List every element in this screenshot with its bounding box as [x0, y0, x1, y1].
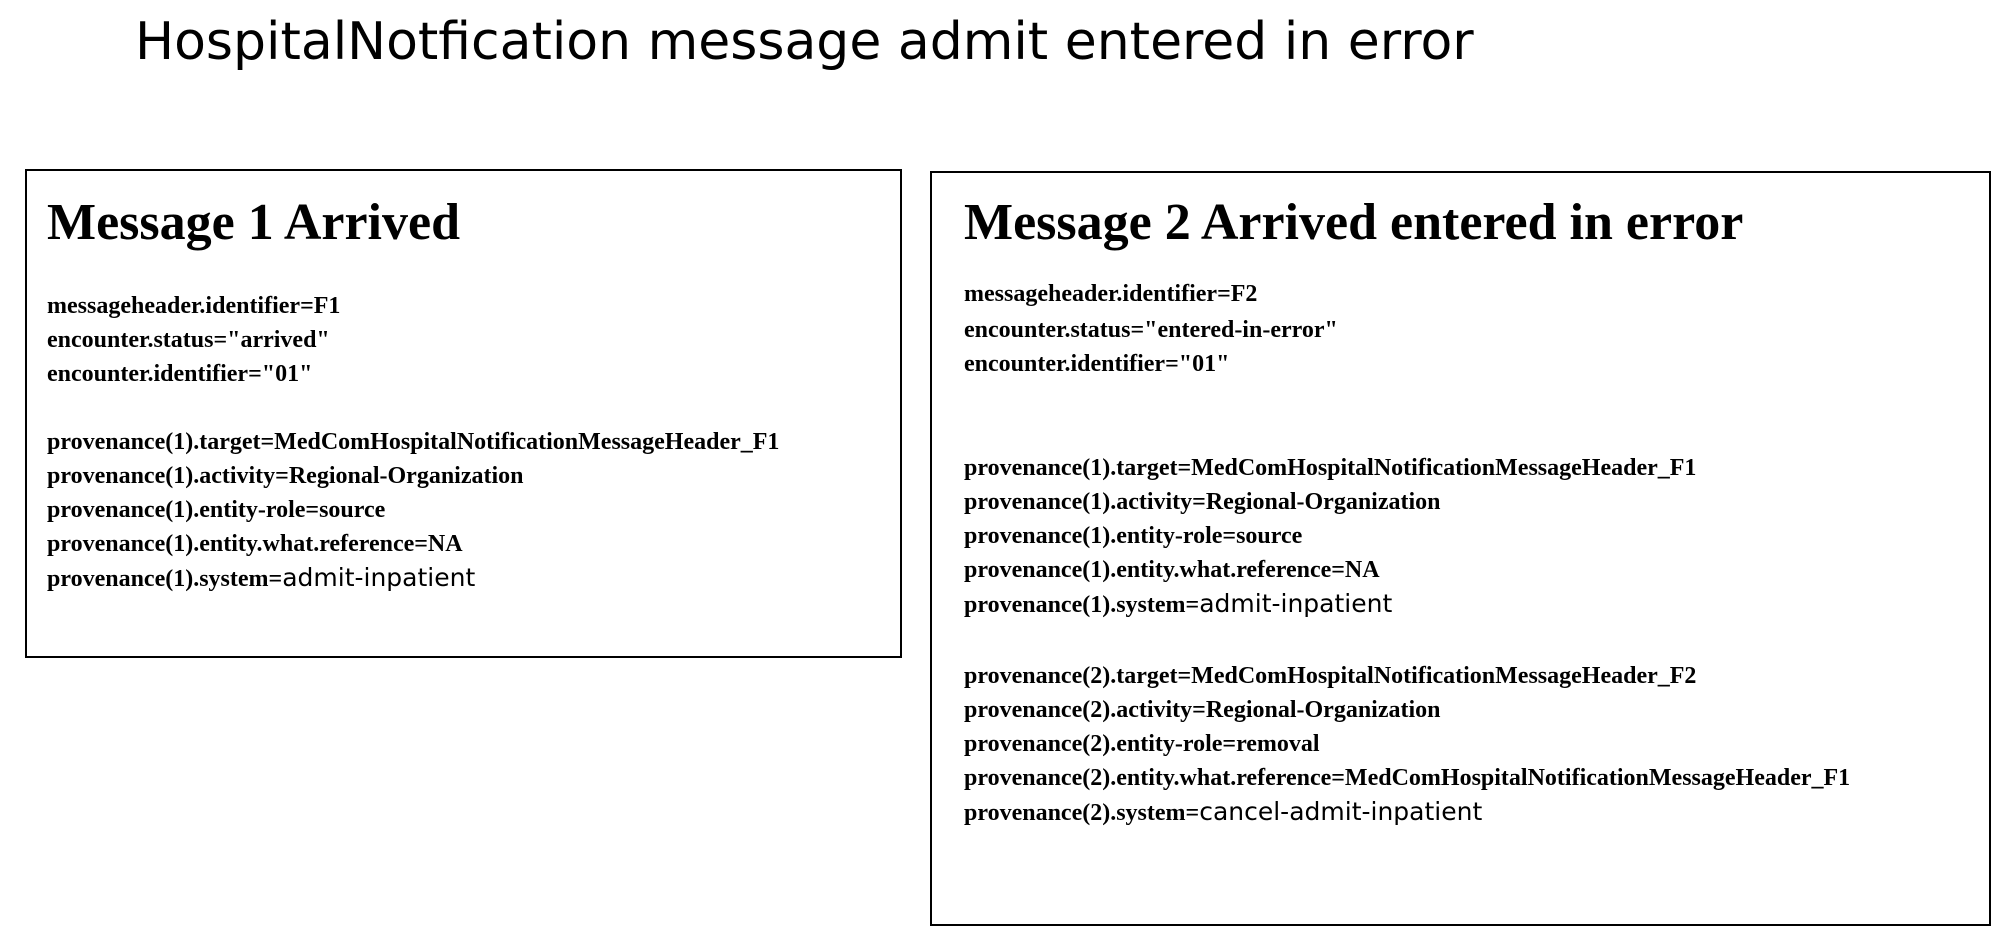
- message-1-provenance-1-entity-reference: provenance(1).entity.what.reference=NA: [47, 531, 463, 557]
- message-1-messageheader-identifier: messageheader.identifier=F1: [47, 293, 341, 319]
- message-1-heading: Message 1 Arrived: [47, 194, 461, 251]
- message-2-provenance-2-system-key: provenance(2).system=: [964, 800, 1200, 826]
- message-2-provenance-2-system: provenance(2).system=cancel-admit-inpati…: [964, 797, 1482, 828]
- message-2-provenance-1-system: provenance(1).system=admit-inpatient: [964, 589, 1392, 620]
- message-2-provenance-1-target: provenance(1).target=MedComHospitalNotif…: [964, 455, 1697, 481]
- message-2-provenance-1-entity-role: provenance(1).entity-role=source: [964, 523, 1303, 549]
- page-title: HospitalNotfication message admit entere…: [135, 12, 1474, 72]
- message-2-box: Message 2 Arrived entered in error messa…: [930, 171, 1991, 926]
- message-2-provenance-2-system-value: cancel-admit-inpatient: [1199, 797, 1483, 826]
- message-1-provenance-1-activity: provenance(1).activity=Regional-Organiza…: [47, 463, 524, 489]
- message-2-provenance-1-activity: provenance(1).activity=Regional-Organiza…: [964, 489, 1441, 515]
- message-1-provenance-1-system: provenance(1).system=admit-inpatient: [47, 563, 475, 594]
- message-2-provenance-1-system-key: provenance(1).system=: [964, 592, 1200, 618]
- message-1-encounter-identifier: encounter.identifier="01": [47, 361, 313, 387]
- message-2-provenance-2-entity-reference: provenance(2).entity.what.reference=MedC…: [964, 765, 1851, 791]
- message-1-provenance-1-entity-role: provenance(1).entity-role=source: [47, 497, 386, 523]
- message-2-encounter-identifier: encounter.identifier="01": [964, 351, 1230, 377]
- message-2-provenance-2-activity: provenance(2).activity=Regional-Organiza…: [964, 697, 1441, 723]
- message-2-provenance-2-target: provenance(2).target=MedComHospitalNotif…: [964, 663, 1697, 689]
- message-1-provenance-1-target: provenance(1).target=MedComHospitalNotif…: [47, 429, 780, 455]
- message-2-provenance-1-entity-reference: provenance(1).entity.what.reference=NA: [964, 557, 1380, 583]
- message-1-box: Message 1 Arrived messageheader.identifi…: [25, 169, 902, 658]
- message-2-encounter-status: encounter.status="entered-in-error": [964, 317, 1338, 343]
- message-1-provenance-1-system-value: admit-inpatient: [282, 563, 476, 592]
- message-2-provenance-2-entity-role: provenance(2).entity-role=removal: [964, 731, 1320, 757]
- message-1-encounter-status: encounter.status="arrived": [47, 327, 330, 353]
- message-2-provenance-1-system-value: admit-inpatient: [1199, 589, 1393, 618]
- message-2-heading: Message 2 Arrived entered in error: [964, 194, 1744, 251]
- message-2-messageheader-identifier: messageheader.identifier=F2: [964, 281, 1258, 307]
- message-1-provenance-1-system-key: provenance(1).system=: [47, 566, 283, 592]
